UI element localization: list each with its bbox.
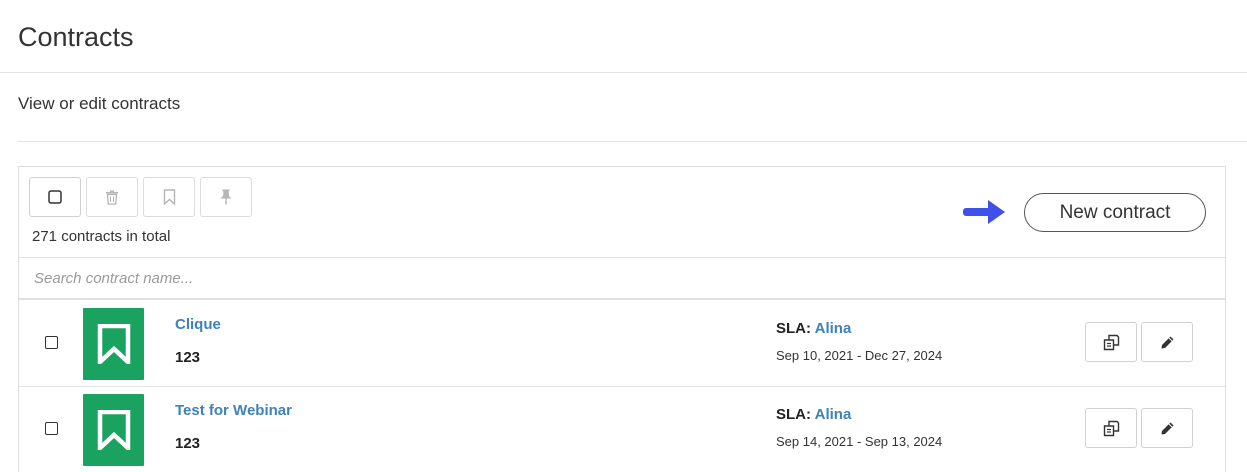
row-checkbox[interactable] <box>45 336 58 349</box>
total-count: 271 contracts in total <box>32 228 171 245</box>
header-divider <box>0 72 1247 73</box>
sla-label: SLA: <box>776 406 811 423</box>
row-checkbox[interactable] <box>45 422 58 435</box>
contract-name-link[interactable]: Clique <box>175 316 221 333</box>
pin-button[interactable] <box>200 177 252 217</box>
select-all-button[interactable] <box>29 177 81 217</box>
checkbox-icon <box>48 190 62 204</box>
pencil-icon <box>1161 336 1173 348</box>
sla-name-link[interactable]: Alina <box>815 320 852 337</box>
contract-dates: Sep 10, 2021 - Dec 27, 2024 <box>776 348 943 363</box>
trash-icon <box>106 190 118 205</box>
sla-info: SLA: Alina <box>776 320 851 337</box>
contract-name-link[interactable]: Test for Webinar <box>175 402 292 419</box>
contract-dates: Sep 14, 2021 - Sep 13, 2024 <box>776 434 943 449</box>
contract-icon <box>83 308 144 380</box>
new-contract-button[interactable]: New contract <box>1024 193 1206 232</box>
duplicate-button[interactable] <box>1085 322 1137 362</box>
copy-icon <box>1103 334 1119 350</box>
contracts-panel: 271 contracts in total New contract Cliq… <box>18 166 1226 472</box>
search-input[interactable] <box>19 258 1225 298</box>
pin-icon <box>220 189 232 205</box>
bulk-toolbar <box>29 177 257 217</box>
bookmark-icon <box>97 410 130 450</box>
copy-icon <box>1103 420 1119 436</box>
contract-row[interactable]: Clique 123 SLA: Alina Sep 10, 2021 - Dec… <box>19 301 1225 387</box>
sla-label: SLA: <box>776 320 811 337</box>
contract-id: 123 <box>175 435 201 452</box>
contract-icon <box>83 394 144 466</box>
contracts-page: Contracts View or edit contracts 271 con… <box>0 0 1247 472</box>
bookmark-button[interactable] <box>143 177 195 217</box>
pencil-icon <box>1161 422 1173 434</box>
contract-id: 123 <box>175 349 201 366</box>
delete-button[interactable] <box>86 177 138 217</box>
sla-name-link[interactable]: Alina <box>815 406 852 423</box>
arrow-right-icon <box>963 200 1005 224</box>
contract-row[interactable]: Test for Webinar 123 SLA: Alina Sep 14, … <box>19 387 1225 472</box>
sla-info: SLA: Alina <box>776 406 851 423</box>
search-bar <box>19 257 1225 300</box>
bookmark-icon <box>97 324 130 364</box>
page-title: Contracts <box>18 22 134 52</box>
bookmark-icon <box>163 189 175 205</box>
edit-button[interactable] <box>1141 408 1193 448</box>
subtitle-divider <box>18 141 1247 142</box>
duplicate-button[interactable] <box>1085 408 1137 448</box>
page-subtitle: View or edit contracts <box>18 94 181 113</box>
edit-button[interactable] <box>1141 322 1193 362</box>
